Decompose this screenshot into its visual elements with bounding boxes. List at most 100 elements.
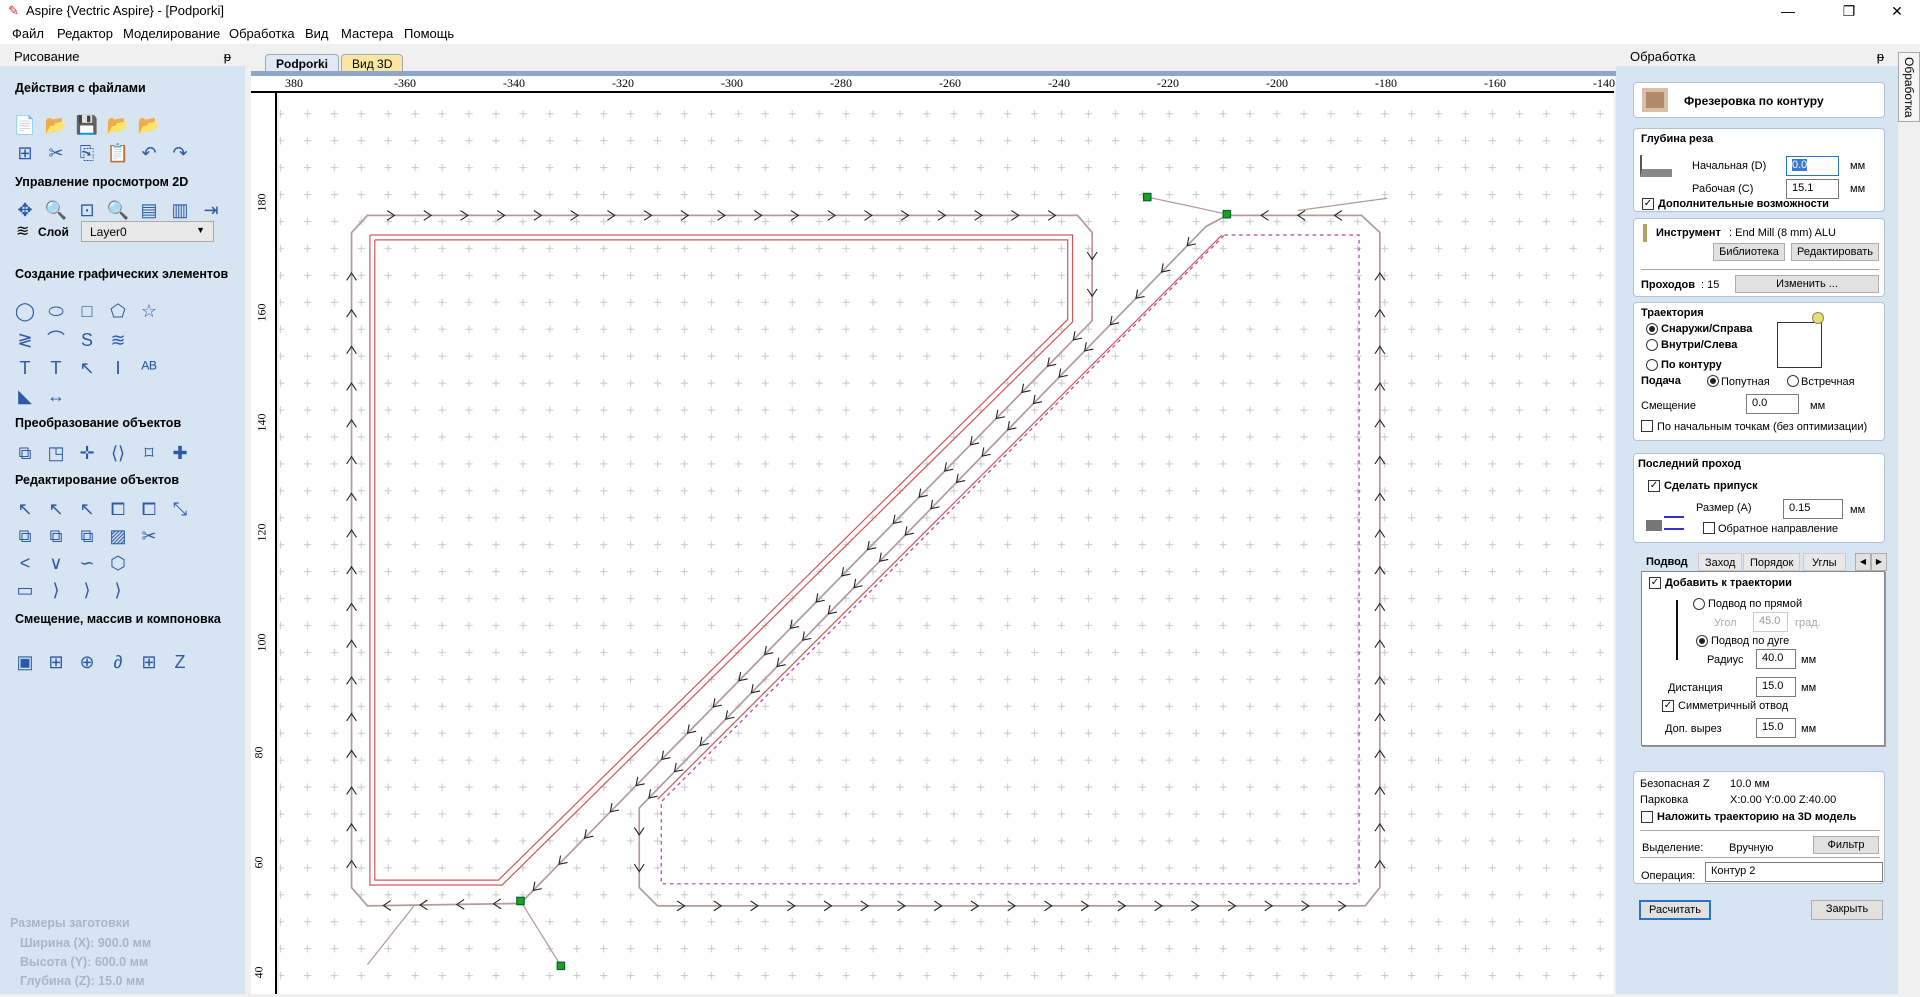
menu-help[interactable]: Помощь: [404, 26, 454, 41]
menu-toolpaths[interactable]: Обработка: [229, 26, 295, 41]
allowance-checkbox[interactable]: ✓: [1648, 480, 1660, 492]
tool-icon[interactable]: ▤: [137, 198, 161, 222]
menu-file[interactable]: Файл: [12, 26, 44, 41]
tool-icon[interactable]: ✥: [13, 198, 37, 222]
tab-scroll-right[interactable]: ▶: [1871, 553, 1887, 571]
tool-icon[interactable]: 📂: [106, 113, 130, 137]
tool-icon[interactable]: T: [44, 356, 68, 380]
reverse-checkbox[interactable]: [1703, 522, 1715, 534]
tool-icon[interactable]: ◯: [13, 299, 37, 323]
operation-name-input[interactable]: Контур 2: [1705, 862, 1883, 882]
tool-icon[interactable]: ∨: [44, 551, 68, 575]
tool-icon[interactable]: ⧠: [106, 497, 130, 521]
project-checkbox[interactable]: [1641, 811, 1653, 823]
tool-icon[interactable]: <: [13, 551, 37, 575]
tool-icon[interactable]: ✛: [75, 441, 99, 465]
on-radio[interactable]: [1646, 359, 1658, 371]
cut-depth-input[interactable]: 15.1: [1786, 179, 1839, 199]
tool-icon[interactable]: 📂: [137, 113, 161, 137]
tool-icon[interactable]: ↷: [168, 141, 192, 165]
menu-modeling[interactable]: Моделирование: [123, 26, 220, 41]
tab-ramp[interactable]: Заход: [1698, 553, 1743, 571]
tool-icon[interactable]: 📋: [106, 141, 130, 165]
tool-icon[interactable]: ☆: [137, 299, 161, 323]
tool-icon[interactable]: ⬭: [44, 299, 68, 323]
tool-icon[interactable]: ▣: [13, 650, 37, 674]
tool-icon[interactable]: S: [75, 328, 99, 352]
inside-radio[interactable]: [1646, 339, 1658, 351]
minimize-button[interactable]: —: [1765, 0, 1811, 22]
start-point-marker[interactable]: [1142, 192, 1152, 202]
start-points-checkbox[interactable]: [1641, 420, 1653, 432]
tool-icon[interactable]: ⬠: [106, 299, 130, 323]
offset-input[interactable]: 0.0: [1746, 394, 1799, 414]
tool-icon[interactable]: ↖: [75, 356, 99, 380]
conventional-radio[interactable]: [1787, 375, 1799, 387]
tool-icon[interactable]: ⇥: [199, 198, 223, 222]
tool-icon[interactable]: ✚: [168, 441, 192, 465]
tool-icon[interactable]: ⊞: [13, 141, 37, 165]
tool-icon[interactable]: ⬡: [106, 551, 130, 575]
tool-icon[interactable]: ✂: [44, 141, 68, 165]
advanced-checkbox[interactable]: ✓: [1642, 198, 1654, 210]
tool-icon[interactable]: 📂: [44, 113, 68, 137]
tab-leadin[interactable]: Подвод: [1646, 556, 1688, 568]
outside-radio[interactable]: [1646, 323, 1658, 335]
change-passes-button[interactable]: Изменить ...: [1735, 275, 1879, 293]
tool-icon[interactable]: ⎘: [75, 141, 99, 165]
arc-leadin-radio[interactable]: [1696, 635, 1708, 647]
tool-icon[interactable]: 🔍: [44, 198, 68, 222]
tool-icon[interactable]: ▨: [106, 524, 130, 548]
tool-icon[interactable]: ⟩: [44, 578, 68, 602]
tab-2d-view[interactable]: Podporki: [265, 54, 340, 71]
tool-icon[interactable]: ∽: [75, 551, 99, 575]
tool-icon[interactable]: Ⅰ: [106, 356, 130, 380]
tool-icon[interactable]: ᴬᴮ: [137, 356, 161, 380]
tool-icon[interactable]: ◣: [13, 384, 37, 408]
start-point-marker[interactable]: [516, 896, 525, 906]
tool-icon[interactable]: ▥: [168, 198, 192, 222]
tool-icon[interactable]: ✂: [137, 524, 161, 548]
symmetric-checkbox[interactable]: ✓: [1662, 700, 1674, 712]
tab-3d-view[interactable]: Вид 3D: [341, 54, 404, 71]
tool-icon[interactable]: ↔: [44, 384, 68, 408]
tool-icon[interactable]: 🔍: [106, 198, 130, 222]
tool-icon[interactable]: ∂: [106, 650, 130, 674]
menu-wizards[interactable]: Мастера: [341, 26, 393, 41]
start-point-marker[interactable]: [1222, 209, 1232, 219]
tool-icon[interactable]: 📄: [13, 113, 37, 137]
radius-input[interactable]: 40.0: [1756, 649, 1796, 669]
library-button[interactable]: Библиотека: [1713, 243, 1785, 261]
tool-icon[interactable]: ⌒: [44, 328, 68, 352]
start-depth-input[interactable]: 0.0: [1786, 156, 1839, 176]
calculate-button[interactable]: Расчитать: [1639, 900, 1711, 920]
tool-icon[interactable]: ⧉: [13, 441, 37, 465]
restore-button[interactable]: ❐: [1826, 0, 1872, 22]
tool-icon[interactable]: ⟨⟩: [106, 441, 130, 465]
tool-icon[interactable]: ⧉: [75, 524, 99, 548]
linear-leadin-radio[interactable]: [1693, 598, 1705, 610]
tool-icon[interactable]: ↖: [75, 497, 99, 521]
tool-icon[interactable]: ⊡: [75, 198, 99, 222]
drawing-canvas[interactable]: [279, 93, 1783, 994]
tool-icon[interactable]: ≋: [106, 328, 130, 352]
tool-icon[interactable]: ≷: [13, 328, 37, 352]
menu-view[interactable]: Вид: [305, 26, 329, 41]
tool-icon[interactable]: ⧉: [44, 524, 68, 548]
add-leadin-checkbox[interactable]: ✓: [1649, 577, 1661, 589]
distance-input[interactable]: 15.0: [1756, 677, 1796, 697]
tool-icon[interactable]: T: [13, 356, 37, 380]
side-tab-toolpaths[interactable]: Обработка: [1898, 52, 1920, 122]
angle-input[interactable]: 45.0: [1753, 612, 1788, 632]
filter-button[interactable]: Фильтр: [1813, 836, 1879, 854]
tool-icon[interactable]: ↖: [13, 497, 37, 521]
tool-icon[interactable]: ⟩: [106, 578, 130, 602]
tool-icon[interactable]: ▭: [13, 578, 37, 602]
close-button[interactable]: ✕: [1874, 0, 1920, 22]
tool-icon[interactable]: □: [75, 299, 99, 323]
tool-icon[interactable]: ⟩: [75, 578, 99, 602]
overcut-input[interactable]: 15.0: [1756, 718, 1796, 738]
tool-icon[interactable]: ↶: [137, 141, 161, 165]
layer-select[interactable]: Layer0 ▼: [81, 221, 214, 242]
allowance-size-input[interactable]: 0.15: [1783, 499, 1843, 519]
